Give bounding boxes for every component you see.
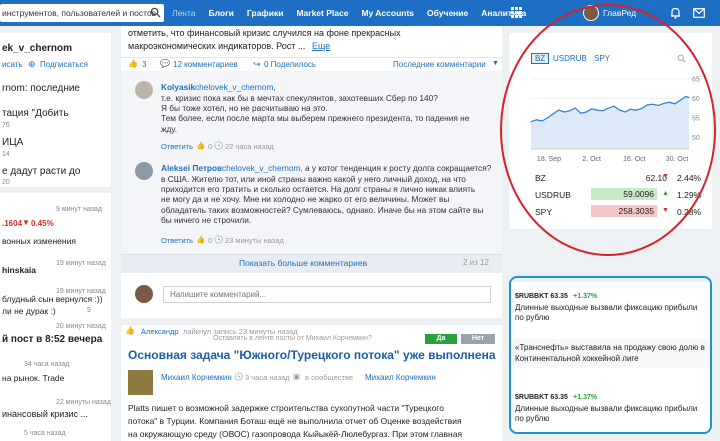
nav-education[interactable]: Обучение (427, 8, 468, 18)
feed-time: 5 часа назад (24, 430, 66, 437)
plus-icon: ⊕ (28, 59, 36, 69)
quote-value: .1604 (2, 219, 23, 228)
clock-icon: 🕓 (214, 141, 224, 150)
author-avatar[interactable] (128, 370, 153, 395)
thumbs-up-icon: 👍 (125, 326, 135, 335)
chevron-down-icon[interactable]: ▼ (492, 60, 499, 67)
community-icon: ▣ (293, 372, 301, 381)
feed-text: вонных изменения (2, 236, 76, 246)
comment-icon: 💬 (160, 59, 170, 68)
read-more-link[interactable]: Еще (312, 41, 330, 51)
feed-body: потока" в Турции. Компания Боташ ещё не … (128, 416, 462, 426)
feed-post-card: 👍 Александр лайкнул запись 23 минуты наз… (121, 325, 502, 441)
post-card: отметить, что финансовый кризис случился… (121, 26, 502, 318)
search-field[interactable]: инструментов, пользователей и постов (0, 4, 164, 22)
left-post-count: 14 (2, 151, 10, 158)
left-post-count: 20 (2, 179, 10, 186)
feed-time: 3 часа назад (245, 373, 290, 382)
latest-comments-dropdown[interactable]: Последние комментарии (393, 60, 486, 69)
reply-link[interactable]: Ответить (161, 236, 193, 245)
comment-text: в США. Жителю тот, или иной страны важно… (161, 174, 484, 225)
left-post-item[interactable]: е дадут расти до (2, 166, 80, 177)
post-text: макроэкономических индикаторов. Рост ... (128, 41, 306, 51)
profile-card: ek_v_chernom исать ⊕ Подписаться rnom: п… (0, 33, 111, 187)
main-feed: отметить, что финансовый кризис случился… (121, 26, 502, 441)
mail-icon[interactable] (693, 8, 705, 18)
quote-change: 0.45% (31, 219, 54, 228)
arrow-down-icon: ▼ (22, 218, 30, 227)
thumbs-up-icon[interactable]: 👍 (128, 59, 138, 68)
nav-my-accounts[interactable]: My Accounts (361, 8, 414, 18)
comment-likes: 0 (208, 142, 213, 151)
feed-time: 20 минут назад (56, 323, 106, 330)
blue-annotation-box (509, 276, 712, 434)
comment-text: т.е. кризис пока как бы в мечтах спекуля… (161, 93, 470, 134)
feed-community[interactable]: Михаил Корчемкин (365, 373, 436, 382)
avatar (135, 81, 153, 99)
left-feed-card: 9 минут назад .1604 ▼ 0.45% вонных измен… (0, 193, 111, 441)
feed-text[interactable]: инансовый кризис ... (2, 409, 88, 419)
reply-link[interactable]: Ответить (161, 142, 193, 151)
comment-text: а у котог тенденция к росту долга сокращ… (305, 163, 492, 173)
feed-author[interactable]: hinskaia (2, 265, 36, 275)
nav-blogs[interactable]: Блоги (209, 8, 234, 18)
search-icon[interactable] (150, 7, 161, 18)
feed-body: Platts пишет о возможной задержке строит… (128, 403, 444, 413)
clock-icon: 🕓 (234, 372, 244, 381)
red-annotation-oval (500, 4, 716, 256)
liked-user[interactable]: Александр (141, 327, 179, 336)
comments-link[interactable]: 12 комментариев (173, 60, 238, 69)
feed-text: блудный сын вернулся :)) (2, 294, 103, 304)
comment-reply-to[interactable]: chelovek_v_chernom, (195, 82, 276, 92)
no-button[interactable]: Нет (461, 334, 495, 344)
left-sidebar: ek_v_chernom исать ⊕ Подписаться rnom: п… (0, 33, 111, 441)
feed-text: ли не дурак :) (2, 306, 56, 316)
post-text: отметить, что финансовый кризис случился… (128, 28, 401, 38)
comment-time: 23 минуты назад (225, 236, 284, 245)
apps-grid-icon[interactable] (511, 7, 522, 18)
left-post-item[interactable]: тация "Добить (2, 108, 69, 119)
comment-author[interactable]: Aleksei Петров (161, 163, 222, 173)
avatar (135, 162, 153, 180)
feed-post-title[interactable]: й пост в 8:52 вечера (2, 334, 102, 345)
feed-question: Оставлять в ленте посты от Михаил Корчем… (213, 335, 372, 342)
share-link[interactable]: 0 Поделилось (264, 60, 316, 69)
show-more-comments-button[interactable]: Показать больше комментариев (239, 258, 367, 268)
main-nav: Лента Блоги Графики Market Place My Acco… (172, 0, 539, 26)
profile-username[interactable]: ek_v_chernom (2, 43, 72, 54)
left-post-count: 76 (2, 122, 10, 129)
clock-icon: 🕓 (214, 235, 224, 244)
likes-count: 3 (142, 60, 147, 69)
search-input-text: инструментов, пользователей и постов (2, 8, 157, 18)
feed-time: 22 минуты назад (56, 399, 111, 406)
bell-icon[interactable] (670, 7, 681, 19)
share-icon: ↪ (253, 59, 261, 69)
feed-time: 19 минут назад (56, 260, 106, 267)
feed-time: 9 минут назад (56, 206, 102, 213)
feed-post-title[interactable]: Основная задача "Южного/Турецкого потока… (128, 348, 496, 362)
comment-author[interactable]: Kolyasik (161, 82, 195, 92)
feed-text: на рынок. Trade (2, 373, 65, 383)
comment-reply-to[interactable]: chelovek_v_chernom, (222, 163, 303, 173)
subscribe-link[interactable]: Подписаться (40, 60, 88, 69)
avatar (135, 285, 153, 303)
community-prefix: в сообществе (305, 373, 354, 382)
yes-button[interactable]: Да (425, 334, 457, 344)
feed-comment-count: 9 (87, 307, 91, 314)
thumbs-up-icon[interactable]: 👍 (196, 141, 205, 150)
thumbs-up-icon[interactable]: 👍 (196, 235, 205, 244)
feed-author[interactable]: Михаил Корчемкин (161, 373, 232, 382)
comment-likes: 0 (208, 236, 213, 245)
feed-body: на окружающую среду (ОВОС) газопровода К… (128, 429, 463, 439)
comment-time: 22 часа назад (225, 142, 274, 151)
nav-charts[interactable]: Графики (247, 8, 284, 18)
comment-input[interactable] (163, 286, 491, 303)
feed-time: 34 часа назад (24, 361, 70, 368)
nav-feed[interactable]: Лента (172, 8, 196, 18)
write-link[interactable]: исать (2, 60, 23, 69)
nav-marketplace[interactable]: Market Place (296, 8, 348, 18)
left-post-item[interactable]: ИЦА (2, 137, 23, 148)
profile-posts-heading: rnom: последние (2, 83, 80, 94)
comments-counter: 2 из 12 (463, 258, 489, 267)
